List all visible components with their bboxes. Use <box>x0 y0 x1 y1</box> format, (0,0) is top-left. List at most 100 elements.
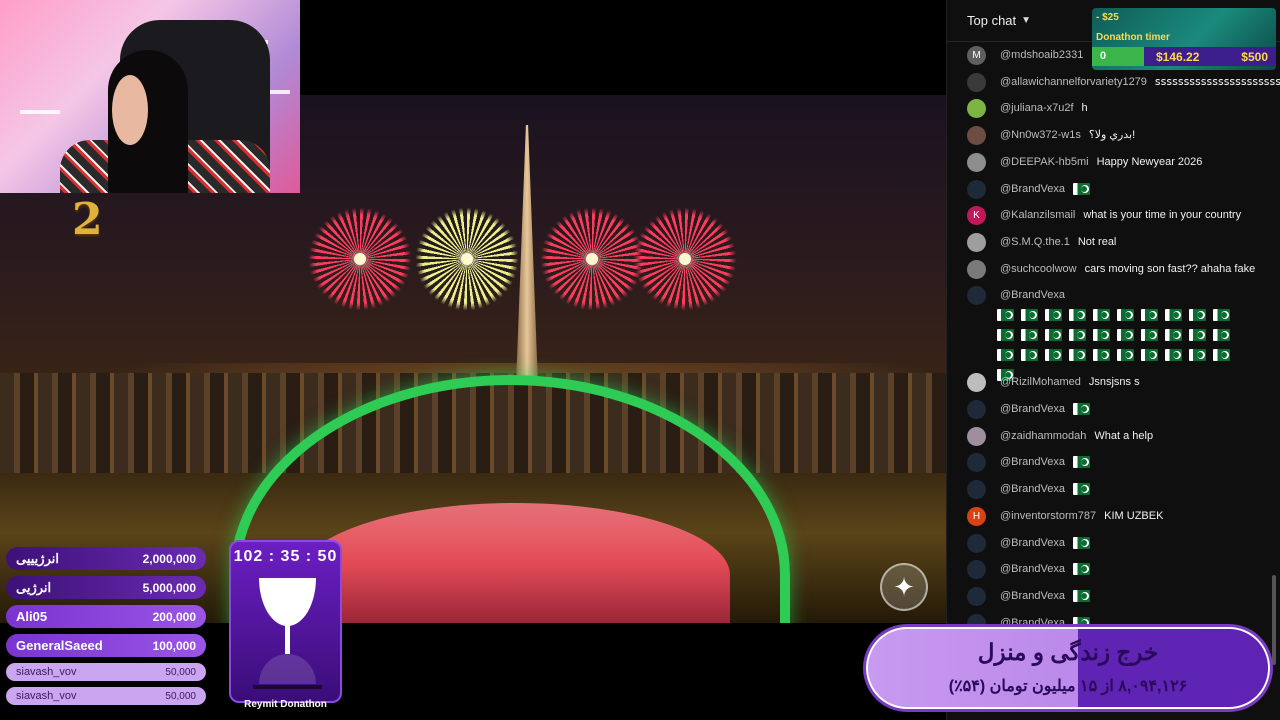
donor-name: انرژیی <box>16 579 52 595</box>
donor-leaderboard: انرژیییی 2,000,000 انرژیی 5,000,000 Ali05 200… <box>6 547 206 711</box>
goal-title: خرج زندگی و منزل <box>977 639 1159 665</box>
chat-author[interactable]: @BrandVexa <box>1000 456 1065 468</box>
chat-author[interactable]: @inventorstorm787 <box>1000 510 1096 522</box>
donation-current: $146.22 <box>1156 50 1200 64</box>
chat-text: Happy Newyear 2026 <box>1096 155 1203 168</box>
chat-author[interactable]: @BrandVexa <box>1000 289 1065 301</box>
chat-author[interactable]: @RizilMohamed <box>1000 376 1081 388</box>
chat-author[interactable]: @mdshoaib2331 <box>1000 49 1083 61</box>
donathon-timer-widget: 102 : 35 : 50 <box>229 540 342 703</box>
chat-author[interactable]: @BrandVexa <box>1000 183 1065 195</box>
chat-author[interactable]: @BrandVexa <box>1000 537 1065 549</box>
chat-message[interactable]: @BrandVexa <box>967 480 1267 500</box>
chat-author[interactable]: @S.M.Q.the.1 <box>1000 236 1070 248</box>
chat-text: ꜱꜱꜱꜱꜱꜱꜱꜱꜱꜱꜱꜱꜱꜱꜱꜱꜱꜱꜱꜱꜱꜱꜱꜱ <box>1154 75 1280 88</box>
avatar[interactable] <box>967 400 986 419</box>
chat-message[interactable]: @BrandVexa <box>967 533 1267 553</box>
donor-amount: 200,000 <box>152 609 196 624</box>
avatar[interactable] <box>967 453 986 473</box>
pakistan-flag-icon <box>1189 349 1206 362</box>
donor-name: siavash_vov <box>16 666 77 678</box>
chat-message[interactable]: @allawichannelforvariety1279 ꜱꜱꜱꜱꜱꜱꜱꜱꜱꜱꜱꜱ… <box>967 72 1280 92</box>
pakistan-flag-icon <box>997 329 1014 342</box>
pakistan-flag-icon <box>1021 309 1038 322</box>
chat-author[interactable]: @zaidhammodah <box>1000 430 1086 442</box>
avatar[interactable] <box>967 72 986 92</box>
chat-message[interactable]: @DEEPAK-hb5mi Happy Newyear 2026 <box>967 152 1267 172</box>
goal-banner: خرج زندگی و منزل ۸,۰۹۴,۱۲۶ از ۱۵ میلیون … <box>866 627 1270 709</box>
top-chat-dropdown[interactable]: Top chat ▼ <box>967 13 1031 28</box>
avatar[interactable] <box>967 480 986 500</box>
chevron-down-icon: ▼ <box>1021 15 1032 26</box>
avatar[interactable] <box>967 286 986 306</box>
chat-messages[interactable]: M @mdshoaib2331 h @allawichannelforvariety1… <box>947 44 1280 634</box>
chat-message[interactable]: K @Kalanzilsmail what is your time in your… <box>967 206 1267 226</box>
chat-message[interactable]: @juliana-x7u2f h <box>967 99 1267 119</box>
pakistan-flag-icon <box>1073 403 1090 416</box>
avatar[interactable] <box>967 373 986 393</box>
chat-author[interactable]: @suchcoolwow <box>1000 263 1077 275</box>
pakistan-flag-icon <box>997 309 1014 322</box>
chat-message[interactable]: @BrandVexa <box>967 586 1267 606</box>
donor-amount: 2,000,000 <box>142 551 196 566</box>
chat-author[interactable]: @Kalanzilsmail <box>1000 209 1075 221</box>
chat-text: h <box>1081 102 1088 115</box>
chat-message[interactable]: @BrandVexa <box>967 179 1267 199</box>
donation-start: 0 <box>1092 47 1144 66</box>
live-chat-panel: Top chat ▼ M @mdshoaib2331 h @allawichannel… <box>946 0 1280 720</box>
avatar[interactable] <box>967 179 986 199</box>
chat-message[interactable]: @BrandVexa <box>967 400 1267 419</box>
chat-text: Jsnsjsns s <box>1088 376 1140 389</box>
chat-author[interactable]: @BrandVexa <box>1000 483 1065 495</box>
chat-message[interactable]: @S.M.Q.the.1 Not real <box>967 232 1267 252</box>
avatar[interactable] <box>967 426 986 446</box>
leaderboard-row: Ali05 200,000 <box>6 605 206 628</box>
chat-message[interactable]: @BrandVexa <box>967 453 1267 473</box>
avatar[interactable] <box>967 560 986 580</box>
pakistan-flag-icon <box>1189 329 1206 342</box>
chat-author[interactable]: @BrandVexa <box>1000 403 1065 415</box>
avatar[interactable]: H <box>967 506 986 526</box>
chat-message[interactable]: H @inventorstorm787 KIM UZBEK <box>967 506 1267 526</box>
pakistan-flag-icon <box>1073 536 1090 549</box>
avatar[interactable]: K <box>967 206 986 226</box>
pakistan-flag-icon <box>1165 329 1182 342</box>
pakistan-flag-icon <box>1069 309 1086 322</box>
chat-message[interactable]: @suchcoolwow cars moving son fast?? ahaha… <box>967 259 1267 279</box>
chat-author[interactable]: @DEEPAK-hb5mi <box>1000 156 1089 168</box>
chat-author[interactable]: @BrandVexa <box>1000 590 1065 602</box>
chat-message[interactable]: @BrandVexa <box>967 560 1267 580</box>
chat-scrollbar[interactable] <box>1272 575 1276 665</box>
pakistan-flag-icon <box>1073 456 1090 469</box>
pakistan-flag-icon <box>1021 329 1038 342</box>
pakistan-flag-icon <box>1093 309 1110 322</box>
avatar[interactable] <box>967 586 986 606</box>
chat-text: بدري ولا؟! <box>1088 129 1136 142</box>
avatar[interactable] <box>967 99 986 119</box>
donor-amount: 50,000 <box>165 666 196 678</box>
avatar[interactable] <box>967 126 986 146</box>
chat-message[interactable]: @RizilMohamed Jsnsjsns s <box>967 373 1267 393</box>
chat-author[interactable]: @BrandVexa <box>1000 563 1065 575</box>
chat-text: Not real <box>1077 235 1117 248</box>
chat-message[interactable]: @Nn0w372-w1s بدري ولا؟! <box>967 126 1267 146</box>
avatar[interactable] <box>967 152 986 172</box>
leaderboard-row: GeneralSaeed 100,000 <box>6 634 206 657</box>
pakistan-flag-icon <box>1073 182 1090 195</box>
pakistan-flag-icon <box>1073 563 1090 576</box>
leaderboard-row: انرژیییی 2,000,000 <box>6 547 206 570</box>
chat-author[interactable]: @juliana-x7u2f <box>1000 102 1074 114</box>
chat-message[interactable]: @BrandVexa <box>967 286 1267 385</box>
pakistan-flag-icon <box>1213 329 1230 342</box>
avatar[interactable]: M <box>967 46 986 65</box>
chat-author[interactable]: @Nn0w372-w1s <box>1000 129 1081 141</box>
avatar[interactable] <box>967 259 986 279</box>
pakistan-flag-icon <box>1045 329 1062 342</box>
leaderboard-row: siavash_vov 50,000 <box>6 687 206 705</box>
chat-message[interactable]: @zaidhammodah What a help <box>967 426 1267 446</box>
avatar[interactable] <box>967 533 986 553</box>
pakistan-flag-icon <box>1073 483 1090 496</box>
chat-author[interactable]: @allawichannelforvariety1279 <box>1000 76 1147 88</box>
pakistan-flag-icon <box>1141 309 1158 322</box>
avatar[interactable] <box>967 232 986 252</box>
